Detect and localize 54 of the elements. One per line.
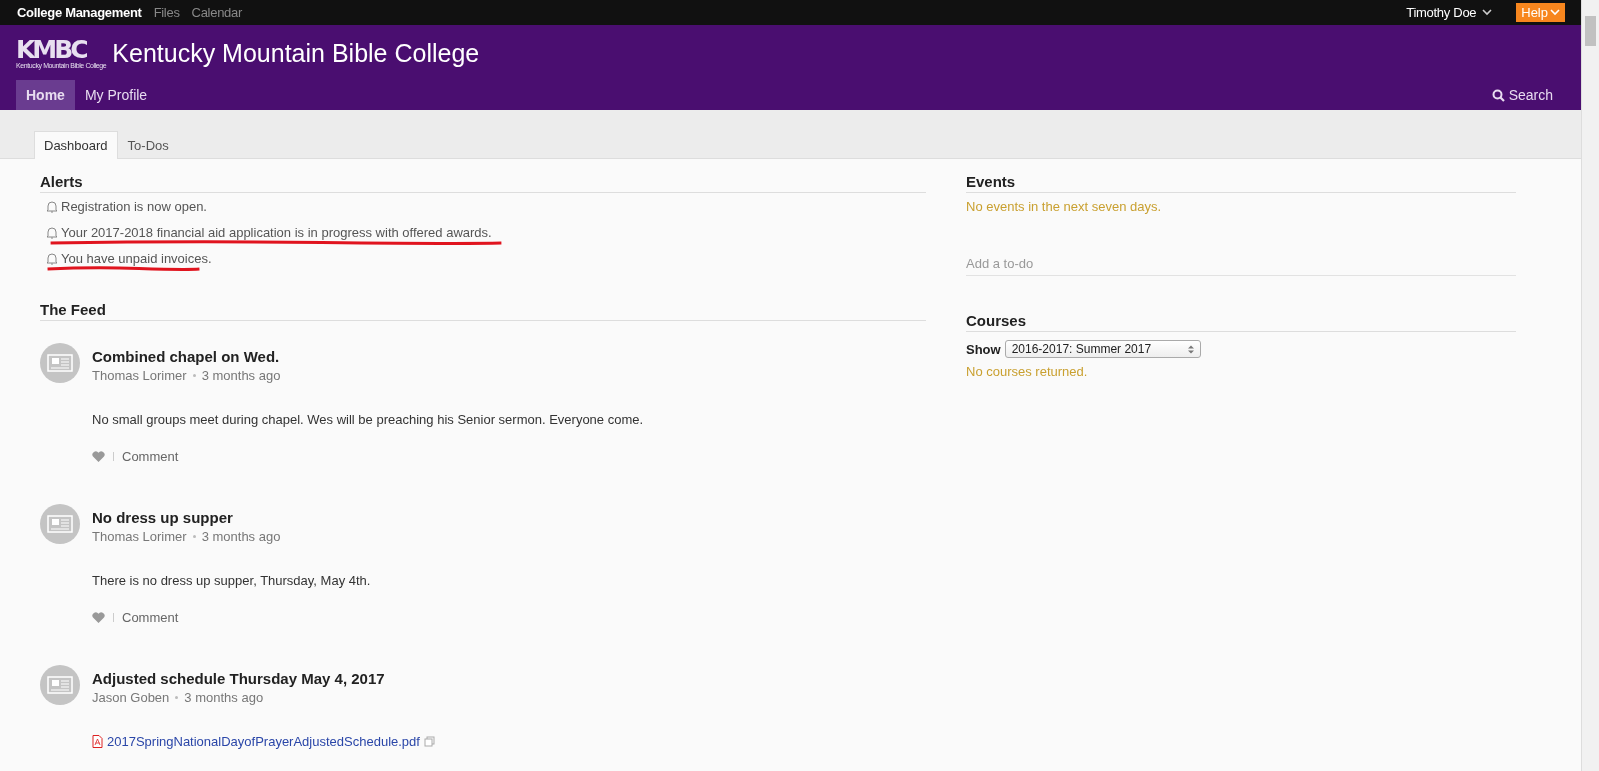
post-time: 3 months ago bbox=[184, 690, 264, 705]
post-time: 3 months ago bbox=[201, 368, 281, 383]
updown-arrows-icon bbox=[1187, 344, 1194, 354]
news-avatar-icon bbox=[40, 343, 80, 383]
chevron-down-icon bbox=[1550, 9, 1560, 16]
post-body: There is no dress up supper, Thursday, May 4th. bbox=[92, 573, 371, 588]
comment-link[interactable]: Comment bbox=[122, 449, 179, 464]
section-heading: Courses bbox=[966, 312, 1516, 332]
term-select[interactable]: 2016-2017: Summer 2017 bbox=[1004, 340, 1201, 358]
top-nav-link[interactable]: Files bbox=[153, 5, 180, 20]
bell-icon bbox=[46, 200, 58, 213]
copy-icon[interactable] bbox=[423, 736, 435, 747]
search-icon bbox=[1491, 88, 1505, 102]
heart-icon[interactable] bbox=[92, 451, 105, 462]
section-heading: Alerts bbox=[40, 173, 926, 193]
post-title: Adjusted schedule Thursday May 4, 2017 bbox=[92, 670, 385, 687]
show-label: Show bbox=[966, 341, 1001, 357]
post-author: Jason Goben bbox=[92, 690, 170, 705]
empty-message: No events in the next seven days. bbox=[966, 199, 1163, 214]
top-nav-link[interactable]: Calendar bbox=[191, 5, 242, 20]
heart-icon[interactable] bbox=[92, 612, 105, 623]
separator-dot-icon bbox=[192, 535, 196, 538]
post-title: Combined chapel on Wed. bbox=[92, 348, 280, 365]
section-heading: The Feed bbox=[40, 301, 926, 321]
alert-text: Registration is now open. bbox=[61, 199, 207, 214]
post-time: 3 months ago bbox=[201, 529, 281, 544]
post-author: Thomas Lorimer bbox=[92, 368, 187, 383]
empty-message: No courses returned. bbox=[966, 364, 1089, 379]
scrollbar[interactable] bbox=[1581, 0, 1599, 771]
section-heading: Events bbox=[966, 173, 1516, 193]
bell-icon bbox=[46, 252, 58, 265]
todo-input-field[interactable]: Add a to-do bbox=[966, 252, 1516, 276]
nav-tab[interactable]: My Profile bbox=[74, 80, 158, 110]
site-title: Kentucky Mountain Bible College bbox=[112, 38, 480, 68]
news-avatar-icon bbox=[40, 504, 80, 544]
alert-text: You have unpaid invoices. bbox=[61, 251, 212, 266]
search-link[interactable]: Search bbox=[1479, 80, 1565, 110]
chevron-down-icon bbox=[1482, 9, 1493, 16]
alert-text: Your 2017-2018 financial aid application is in progress with offered awards. bbox=[61, 225, 492, 240]
user-menu[interactable]: Timothy Doe bbox=[1400, 4, 1499, 21]
post-author: Thomas Lorimer bbox=[92, 529, 187, 544]
comment-link[interactable]: Comment bbox=[122, 610, 179, 625]
top-nav-link[interactable]: College Management bbox=[17, 5, 142, 20]
post-title: No dress up supper bbox=[92, 509, 233, 526]
post-body: No small groups meet during chapel. Wes will be preaching his Senior sermon. Everyone come. bbox=[92, 412, 644, 427]
bell-icon bbox=[46, 226, 58, 239]
separator-dot-icon bbox=[192, 374, 196, 377]
page-tab[interactable]: Dashboard bbox=[34, 131, 118, 159]
page-tab[interactable]: To-Dos bbox=[117, 131, 179, 159]
news-avatar-icon bbox=[40, 665, 80, 705]
separator-dot-icon bbox=[175, 696, 179, 699]
nav-tab[interactable]: Home bbox=[16, 80, 75, 110]
file-link[interactable]: 2017SpringNationalDayofPrayerAdjustedSchedule.pdf bbox=[107, 734, 420, 749]
pdf-file-icon bbox=[92, 735, 103, 748]
